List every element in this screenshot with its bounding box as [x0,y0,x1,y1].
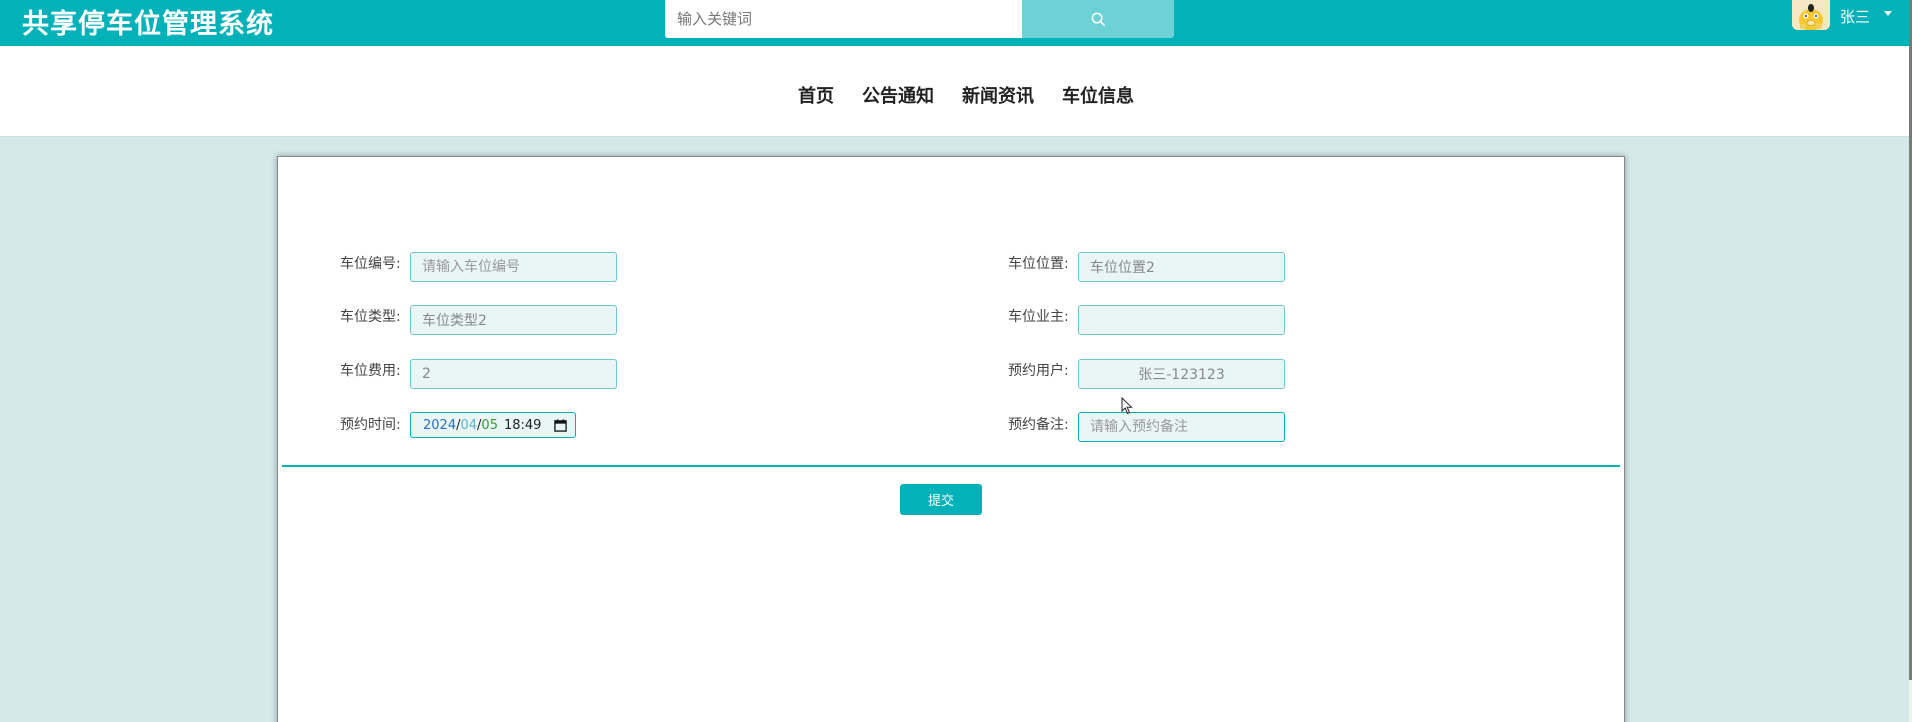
user-name[interactable]: 张三 [1840,6,1870,27]
spot-owner-label: 车位业主: [1008,309,1069,325]
nav-item-news[interactable]: 新闻资讯 [962,82,1034,108]
avatar[interactable] [1792,0,1830,30]
search-button[interactable] [1022,0,1174,38]
date-month[interactable]: 04 [460,418,477,433]
main-nav: 首页 公告通知 新闻资讯 车位信息 [0,46,1909,137]
spot-fee-input[interactable] [410,359,617,389]
top-header: 共享停车位管理系统 张三 [0,0,1912,46]
date-time[interactable]: 18:49 [504,418,541,433]
spot-fee-label: 车位费用: [340,363,401,379]
spot-owner-input[interactable] [1078,305,1285,335]
reserve-user-input[interactable] [1078,359,1285,389]
reserve-note-input[interactable] [1078,412,1285,442]
reserve-note-label: 预约备注: [1008,417,1069,433]
date-day[interactable]: 05 [481,418,498,433]
nav-item-home[interactable]: 首页 [798,82,834,108]
reserve-time-label: 预约时间: [340,417,401,433]
reserve-user-label: 预约用户: [1008,363,1069,379]
user-avatar-icon [1792,0,1830,30]
spot-location-input[interactable] [1078,252,1285,282]
search-input[interactable] [665,0,1022,38]
form-divider [282,465,1620,467]
nav-item-announcements[interactable]: 公告通知 [862,82,934,108]
calendar-icon[interactable] [554,419,567,432]
caret-down-icon[interactable] [1884,11,1892,16]
site-title[interactable]: 共享停车位管理系统 [22,2,274,41]
spot-type-input[interactable] [410,305,617,335]
spot-number-input[interactable] [410,252,617,282]
mouse-cursor-icon [1121,397,1133,415]
reservation-form-card: 车位编号: 车位类型: 车位费用: 预约时间: 2024/04/05 18:49… [277,156,1625,722]
nav-item-parking-info[interactable]: 车位信息 [1062,82,1134,108]
spot-number-label: 车位编号: [340,256,401,272]
search-icon [1091,12,1105,26]
nav-list: 首页 公告通知 新闻资讯 车位信息 [798,82,1134,108]
date-year[interactable]: 2024 [423,418,456,433]
spot-type-label: 车位类型: [340,309,401,325]
spot-location-label: 车位位置: [1008,256,1069,272]
submit-button[interactable]: 提交 [900,484,982,515]
reserve-time-input[interactable]: 2024/04/05 18:49 [410,412,576,438]
